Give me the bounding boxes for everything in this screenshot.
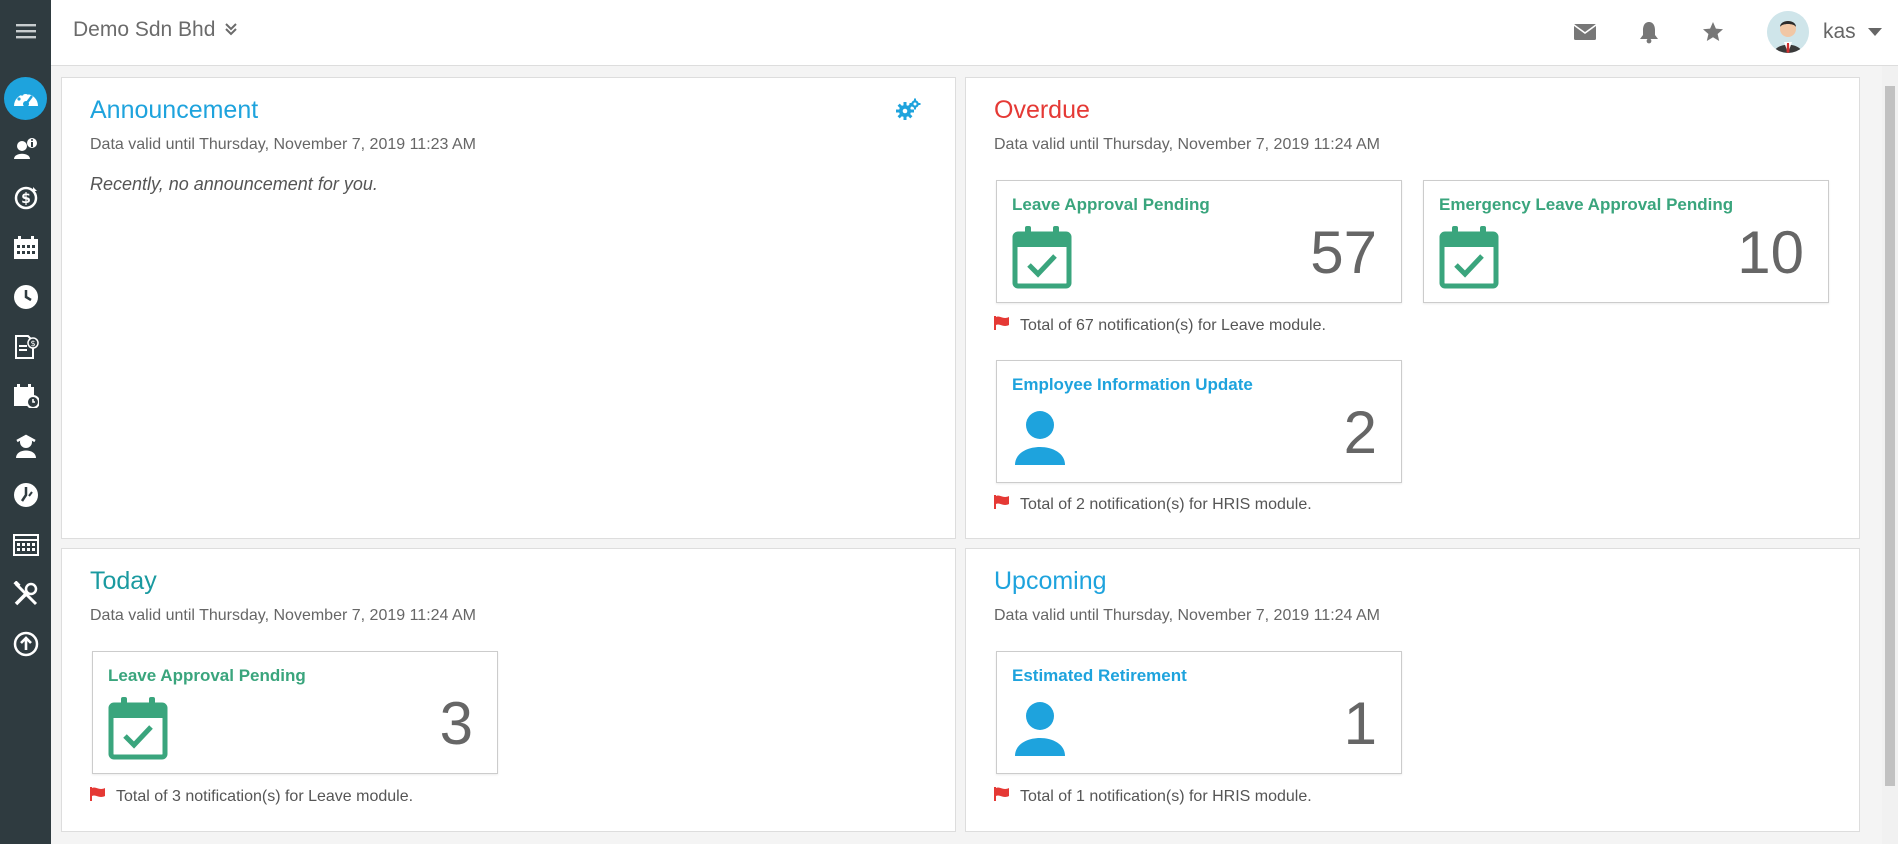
star-icon[interactable] [1701, 20, 1725, 49]
svg-text:$: $ [21, 191, 31, 207]
flag-icon [994, 495, 1010, 514]
card-count: 3 [439, 690, 473, 757]
notification-total-text: Total of 3 notification(s) for Leave mod… [116, 787, 414, 805]
flag-icon [994, 316, 1010, 335]
sidebar-item-tools[interactable] [0, 571, 51, 617]
sidebar-item-schedule[interactable] [0, 373, 51, 419]
user-icon [1012, 405, 1068, 472]
user-icon [1012, 696, 1068, 763]
hris-notification-total: Total of 1 notification(s) for HRIS modu… [994, 787, 1312, 806]
double-chevron-down-icon [225, 18, 238, 42]
schedule-icon [13, 384, 39, 408]
data-valid-text: Data valid until Thursday, November 7, 2… [90, 136, 476, 153]
company-selector[interactable]: Demo Sdn Bhd [73, 18, 238, 42]
panel-title: Announcement [90, 96, 259, 124]
user-menu[interactable]: kas [1767, 11, 1882, 53]
calendar-check-icon [108, 696, 168, 765]
leave-notification-total: Total of 67 notification(s) for Leave mo… [994, 316, 1326, 335]
flag-icon [90, 787, 106, 806]
card-title: Leave Approval Pending [108, 666, 306, 685]
claim-document-icon: $ [13, 334, 39, 360]
leave-notification-total: Total of 3 notification(s) for Leave mod… [90, 787, 413, 806]
bell-icon[interactable] [1637, 20, 1661, 49]
sidebar-item-employee-info[interactable] [0, 126, 51, 172]
top-navbar: Demo Sdn Bhd kas [51, 0, 1898, 66]
timesheet-icon [13, 482, 39, 508]
data-valid-text: Data valid until Thursday, November 7, 2… [90, 607, 476, 624]
card-count: 1 [1343, 690, 1377, 757]
data-valid-text: Data valid until Thursday, November 7, 2… [994, 136, 1380, 153]
sidebar: $ $ [0, 0, 51, 844]
panel-title: Today [90, 567, 157, 595]
notification-total-text: Total of 1 notification(s) for HRIS modu… [1020, 787, 1312, 805]
card-title: Estimated Retirement [1012, 666, 1187, 685]
card-count: 2 [1343, 399, 1377, 466]
menu-icon [15, 23, 36, 39]
sidebar-item-payroll[interactable]: $ [0, 175, 51, 221]
vertical-scrollbar[interactable] [1882, 66, 1898, 844]
overdue-panel: Overdue Data valid until Thursday, Novem… [965, 77, 1860, 539]
sidebar-item-training[interactable] [0, 423, 51, 469]
calendar-check-icon [1012, 225, 1072, 294]
card-count: 57 [1310, 219, 1377, 286]
avatar [1767, 11, 1809, 53]
card-title: Emergency Leave Approval Pending [1439, 195, 1734, 214]
dashboard-icon [11, 86, 41, 110]
sidebar-item-dashboard[interactable] [0, 75, 51, 121]
today-panel: Today Data valid until Thursday, Novembe… [61, 548, 956, 832]
leave-approval-pending-card[interactable]: Leave Approval Pending 3 [92, 651, 498, 774]
card-count: 10 [1737, 219, 1804, 286]
tools-icon [12, 581, 39, 607]
sidebar-item-timesheet[interactable] [0, 472, 51, 518]
envelope-icon[interactable] [1573, 20, 1597, 49]
company-name: Demo Sdn Bhd [73, 18, 216, 41]
card-title: Employee Information Update [1012, 375, 1253, 394]
panel-title: Upcoming [994, 567, 1107, 595]
announcement-panel: Announcement Data valid until Thursday, … [61, 77, 956, 539]
username: kas [1823, 20, 1856, 43]
panel-title: Overdue [994, 96, 1090, 124]
flag-icon [994, 787, 1010, 806]
hamburger-menu-button[interactable] [0, 0, 51, 62]
gears-icon[interactable] [896, 98, 922, 127]
roster-icon [12, 534, 39, 556]
upcoming-panel: Upcoming Data valid until Thursday, Nove… [965, 548, 1860, 832]
clock-icon [13, 284, 39, 310]
sidebar-item-roster[interactable] [0, 522, 51, 568]
notification-total-text: Total of 2 notification(s) for HRIS modu… [1020, 495, 1312, 513]
scrollbar-thumb[interactable] [1885, 86, 1895, 786]
employee-info-icon [13, 137, 39, 161]
caret-down-icon [1867, 23, 1882, 41]
sidebar-item-claims[interactable]: $ [0, 324, 51, 370]
calendar-icon [13, 236, 39, 260]
calendar-check-icon [1439, 225, 1499, 294]
payroll-icon: $ [13, 185, 39, 211]
sidebar-item-calendar[interactable] [0, 225, 51, 271]
notification-total-text: Total of 67 notification(s) for Leave mo… [1020, 316, 1326, 334]
sidebar-item-upload[interactable] [0, 621, 51, 667]
empty-announcement-message: Recently, no announcement for you. [90, 174, 378, 194]
emergency-leave-approval-pending-card[interactable]: Emergency Leave Approval Pending 10 [1423, 180, 1829, 303]
hris-notification-total: Total of 2 notification(s) for HRIS modu… [994, 495, 1312, 514]
card-title: Leave Approval Pending [1012, 195, 1210, 214]
employee-information-update-card[interactable]: Employee Information Update 2 [996, 360, 1402, 483]
svg-text:$: $ [30, 339, 35, 348]
leave-approval-pending-card[interactable]: Leave Approval Pending 57 [996, 180, 1402, 303]
training-icon [13, 433, 39, 459]
estimated-retirement-card[interactable]: Estimated Retirement 1 [996, 651, 1402, 774]
upload-icon [13, 631, 39, 657]
data-valid-text: Data valid until Thursday, November 7, 2… [994, 607, 1380, 624]
sidebar-item-attendance[interactable] [0, 274, 51, 320]
